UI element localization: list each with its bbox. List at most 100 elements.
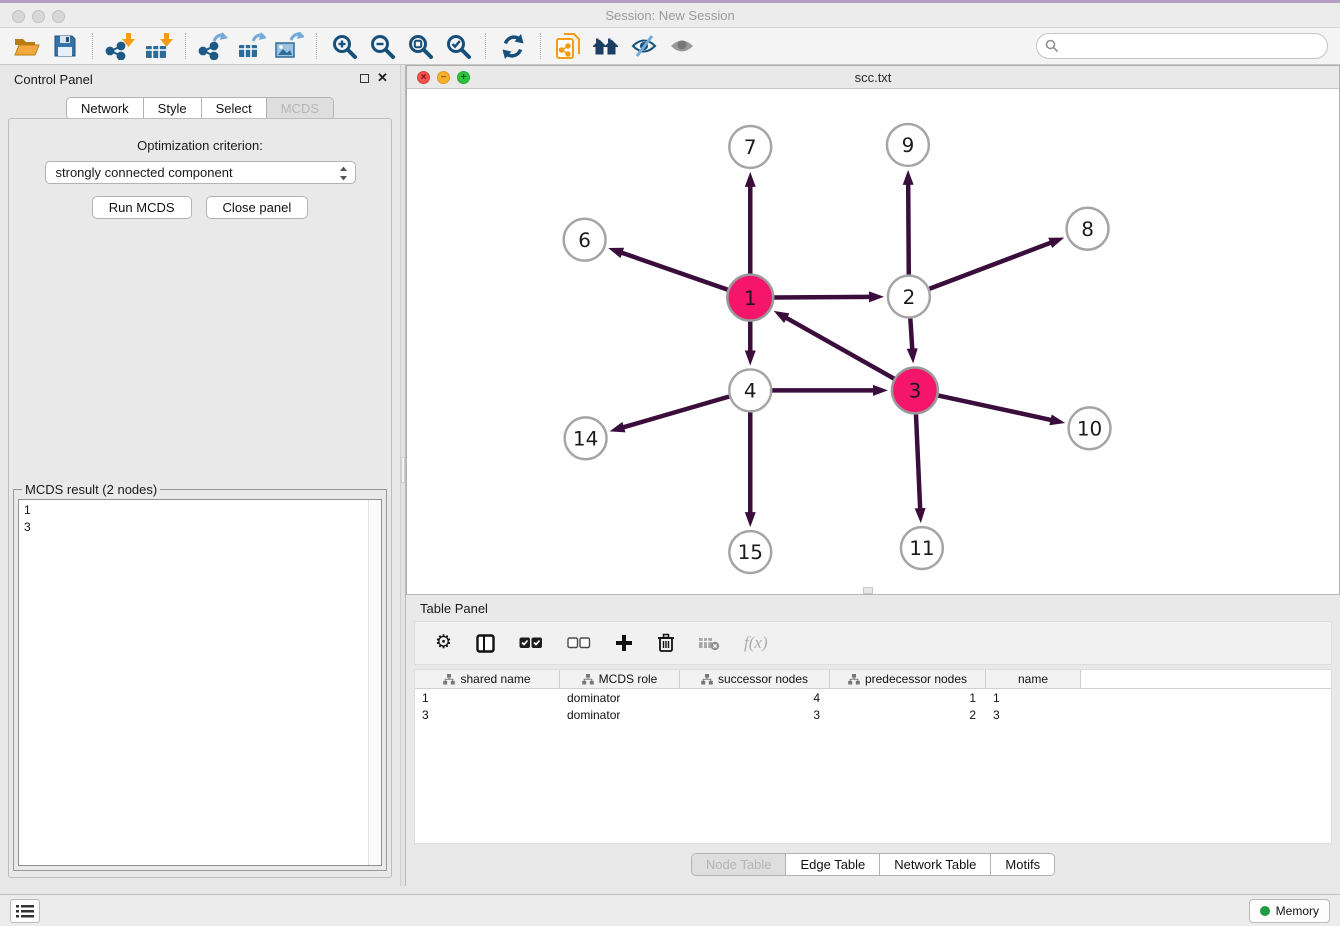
cell-MCDS-role[interactable]: dominator — [560, 706, 680, 723]
cell-MCDS-role[interactable]: dominator — [560, 689, 680, 706]
node-10[interactable]: 10 — [1069, 407, 1111, 449]
result-scrollbar[interactable] — [368, 500, 381, 865]
refresh-layout-icon[interactable] — [494, 30, 532, 62]
svg-text:10: 10 — [1077, 416, 1102, 440]
show-hidden-icon[interactable] — [663, 30, 701, 62]
node-4[interactable]: 4 — [729, 369, 771, 411]
edge-3-11[interactable] — [915, 413, 926, 523]
memory-button[interactable]: Memory — [1249, 899, 1330, 923]
node-9[interactable]: 9 — [887, 124, 929, 166]
function-builder-icon[interactable]: f(x) — [744, 633, 768, 653]
tab-network-table[interactable]: Network Table — [880, 854, 991, 875]
cell-name[interactable]: 3 — [986, 706, 1081, 723]
column-header-predecessor-nodes[interactable]: predecessor nodes — [830, 670, 986, 688]
zoom-fit-icon[interactable] — [401, 30, 439, 62]
close-panel-icon[interactable]: ✕ — [377, 71, 388, 85]
search-icon — [1045, 39, 1059, 53]
cell-name[interactable]: 1 — [986, 689, 1081, 706]
task-history-button[interactable] — [10, 899, 40, 923]
run-mcds-button[interactable]: Run MCDS — [92, 196, 192, 219]
tab-network[interactable]: Network — [67, 98, 144, 119]
edge-2-8[interactable] — [929, 238, 1065, 290]
network-window-titlebar[interactable]: × − + scc.txt — [407, 66, 1339, 89]
node-2[interactable]: 2 — [888, 276, 930, 318]
add-column-icon[interactable] — [615, 634, 633, 652]
node-8[interactable]: 8 — [1067, 208, 1109, 250]
node-7[interactable]: 7 — [729, 126, 771, 168]
edge-4-14[interactable] — [610, 396, 731, 432]
edge-1-4[interactable] — [745, 321, 756, 366]
column-header-MCDS-role[interactable]: MCDS role — [560, 670, 680, 688]
tab-mcds[interactable]: MCDS — [267, 98, 333, 119]
node-11[interactable]: 11 — [901, 527, 943, 569]
edge-1-6[interactable] — [608, 248, 728, 290]
svg-text:9: 9 — [902, 133, 915, 157]
close-panel-button[interactable]: Close panel — [206, 196, 309, 219]
column-header-successor-nodes[interactable]: successor nodes — [680, 670, 830, 688]
edge-2-9[interactable] — [903, 170, 914, 276]
export-table-icon[interactable] — [232, 30, 270, 62]
search-field[interactable] — [1036, 33, 1328, 59]
table-row[interactable]: 1dominator411 — [415, 689, 1331, 706]
table-row[interactable]: 3dominator323 — [415, 706, 1331, 723]
edge-4-3[interactable] — [771, 385, 888, 396]
mcds-result-box[interactable]: 1 3 — [18, 499, 382, 866]
edge-3-10[interactable] — [937, 395, 1065, 425]
node-6[interactable]: 6 — [564, 219, 606, 261]
zoom-out-icon[interactable] — [363, 30, 401, 62]
tab-node-table[interactable]: Node Table — [692, 854, 787, 875]
cell-predecessor-nodes[interactable]: 1 — [830, 689, 986, 706]
table-toolbar: ⚙ f(x) — [414, 621, 1332, 665]
deselect-all-icon[interactable] — [567, 637, 591, 649]
node-3[interactable]: 3 — [892, 367, 938, 413]
select-all-icon[interactable] — [519, 637, 543, 649]
edge-4-15[interactable] — [745, 411, 756, 527]
node-14[interactable]: 14 — [565, 417, 607, 459]
toggle-panel-icon[interactable] — [476, 634, 495, 653]
show-all-networks-icon[interactable] — [587, 30, 625, 62]
splitter-grip[interactable] — [401, 457, 405, 483]
window-resize-grip[interactable] — [863, 587, 873, 594]
cell-shared-name[interactable]: 3 — [415, 706, 560, 723]
column-settings-icon[interactable]: ⚙ — [435, 633, 452, 653]
cell-predecessor-nodes[interactable]: 2 — [830, 706, 986, 723]
save-session-icon[interactable] — [46, 30, 84, 62]
cell-successor-nodes[interactable]: 3 — [680, 706, 830, 723]
app-title: Session: New Session — [0, 8, 1340, 23]
network-graph[interactable]: 1 2 3 4 6 7 8 9 10 11 14 15 — [407, 89, 1339, 594]
open-session-icon[interactable] — [8, 30, 46, 62]
edge-1-2[interactable] — [773, 291, 884, 302]
delete-column-icon[interactable] — [657, 633, 675, 653]
node-15[interactable]: 15 — [729, 531, 771, 573]
criterion-dropdown[interactable]: strongly connected component — [45, 161, 356, 184]
column-header-name[interactable]: name — [986, 670, 1081, 688]
import-table-icon[interactable] — [139, 30, 177, 62]
clone-network-icon[interactable] — [549, 30, 587, 62]
delete-table-icon[interactable] — [699, 636, 720, 651]
float-panel-icon[interactable] — [360, 74, 369, 83]
tab-style[interactable]: Style — [144, 98, 202, 119]
main-toolbar — [0, 28, 1340, 65]
app-titlebar: Session: New Session — [0, 3, 1340, 28]
network-canvas[interactable]: 1 2 3 4 6 7 8 9 10 11 14 15 — [407, 89, 1339, 594]
toolbar-separator — [485, 33, 486, 59]
column-header-shared-name[interactable]: shared name — [415, 670, 560, 688]
search-input[interactable] — [1064, 39, 1327, 54]
toolbar-separator — [540, 33, 541, 59]
export-network-icon[interactable] — [194, 30, 232, 62]
tab-edge-table[interactable]: Edge Table — [786, 854, 880, 875]
node-1[interactable]: 1 — [727, 275, 773, 321]
zoom-in-icon[interactable] — [325, 30, 363, 62]
zoom-selected-icon[interactable] — [439, 30, 477, 62]
edge-2-3[interactable] — [907, 318, 918, 364]
export-image-icon[interactable] — [270, 30, 308, 62]
edge-1-7[interactable] — [745, 172, 756, 275]
network-view-window: × − + scc.txt 1 2 3 4 6 7 8 9 10 11 14 15 — [406, 65, 1340, 594]
import-network-icon[interactable] — [101, 30, 139, 62]
hide-selected-icon[interactable] — [625, 30, 663, 62]
tab-motifs[interactable]: Motifs — [991, 854, 1054, 875]
edge-3-1[interactable] — [774, 311, 895, 379]
cell-shared-name[interactable]: 1 — [415, 689, 560, 706]
cell-successor-nodes[interactable]: 4 — [680, 689, 830, 706]
tab-select[interactable]: Select — [202, 98, 267, 119]
